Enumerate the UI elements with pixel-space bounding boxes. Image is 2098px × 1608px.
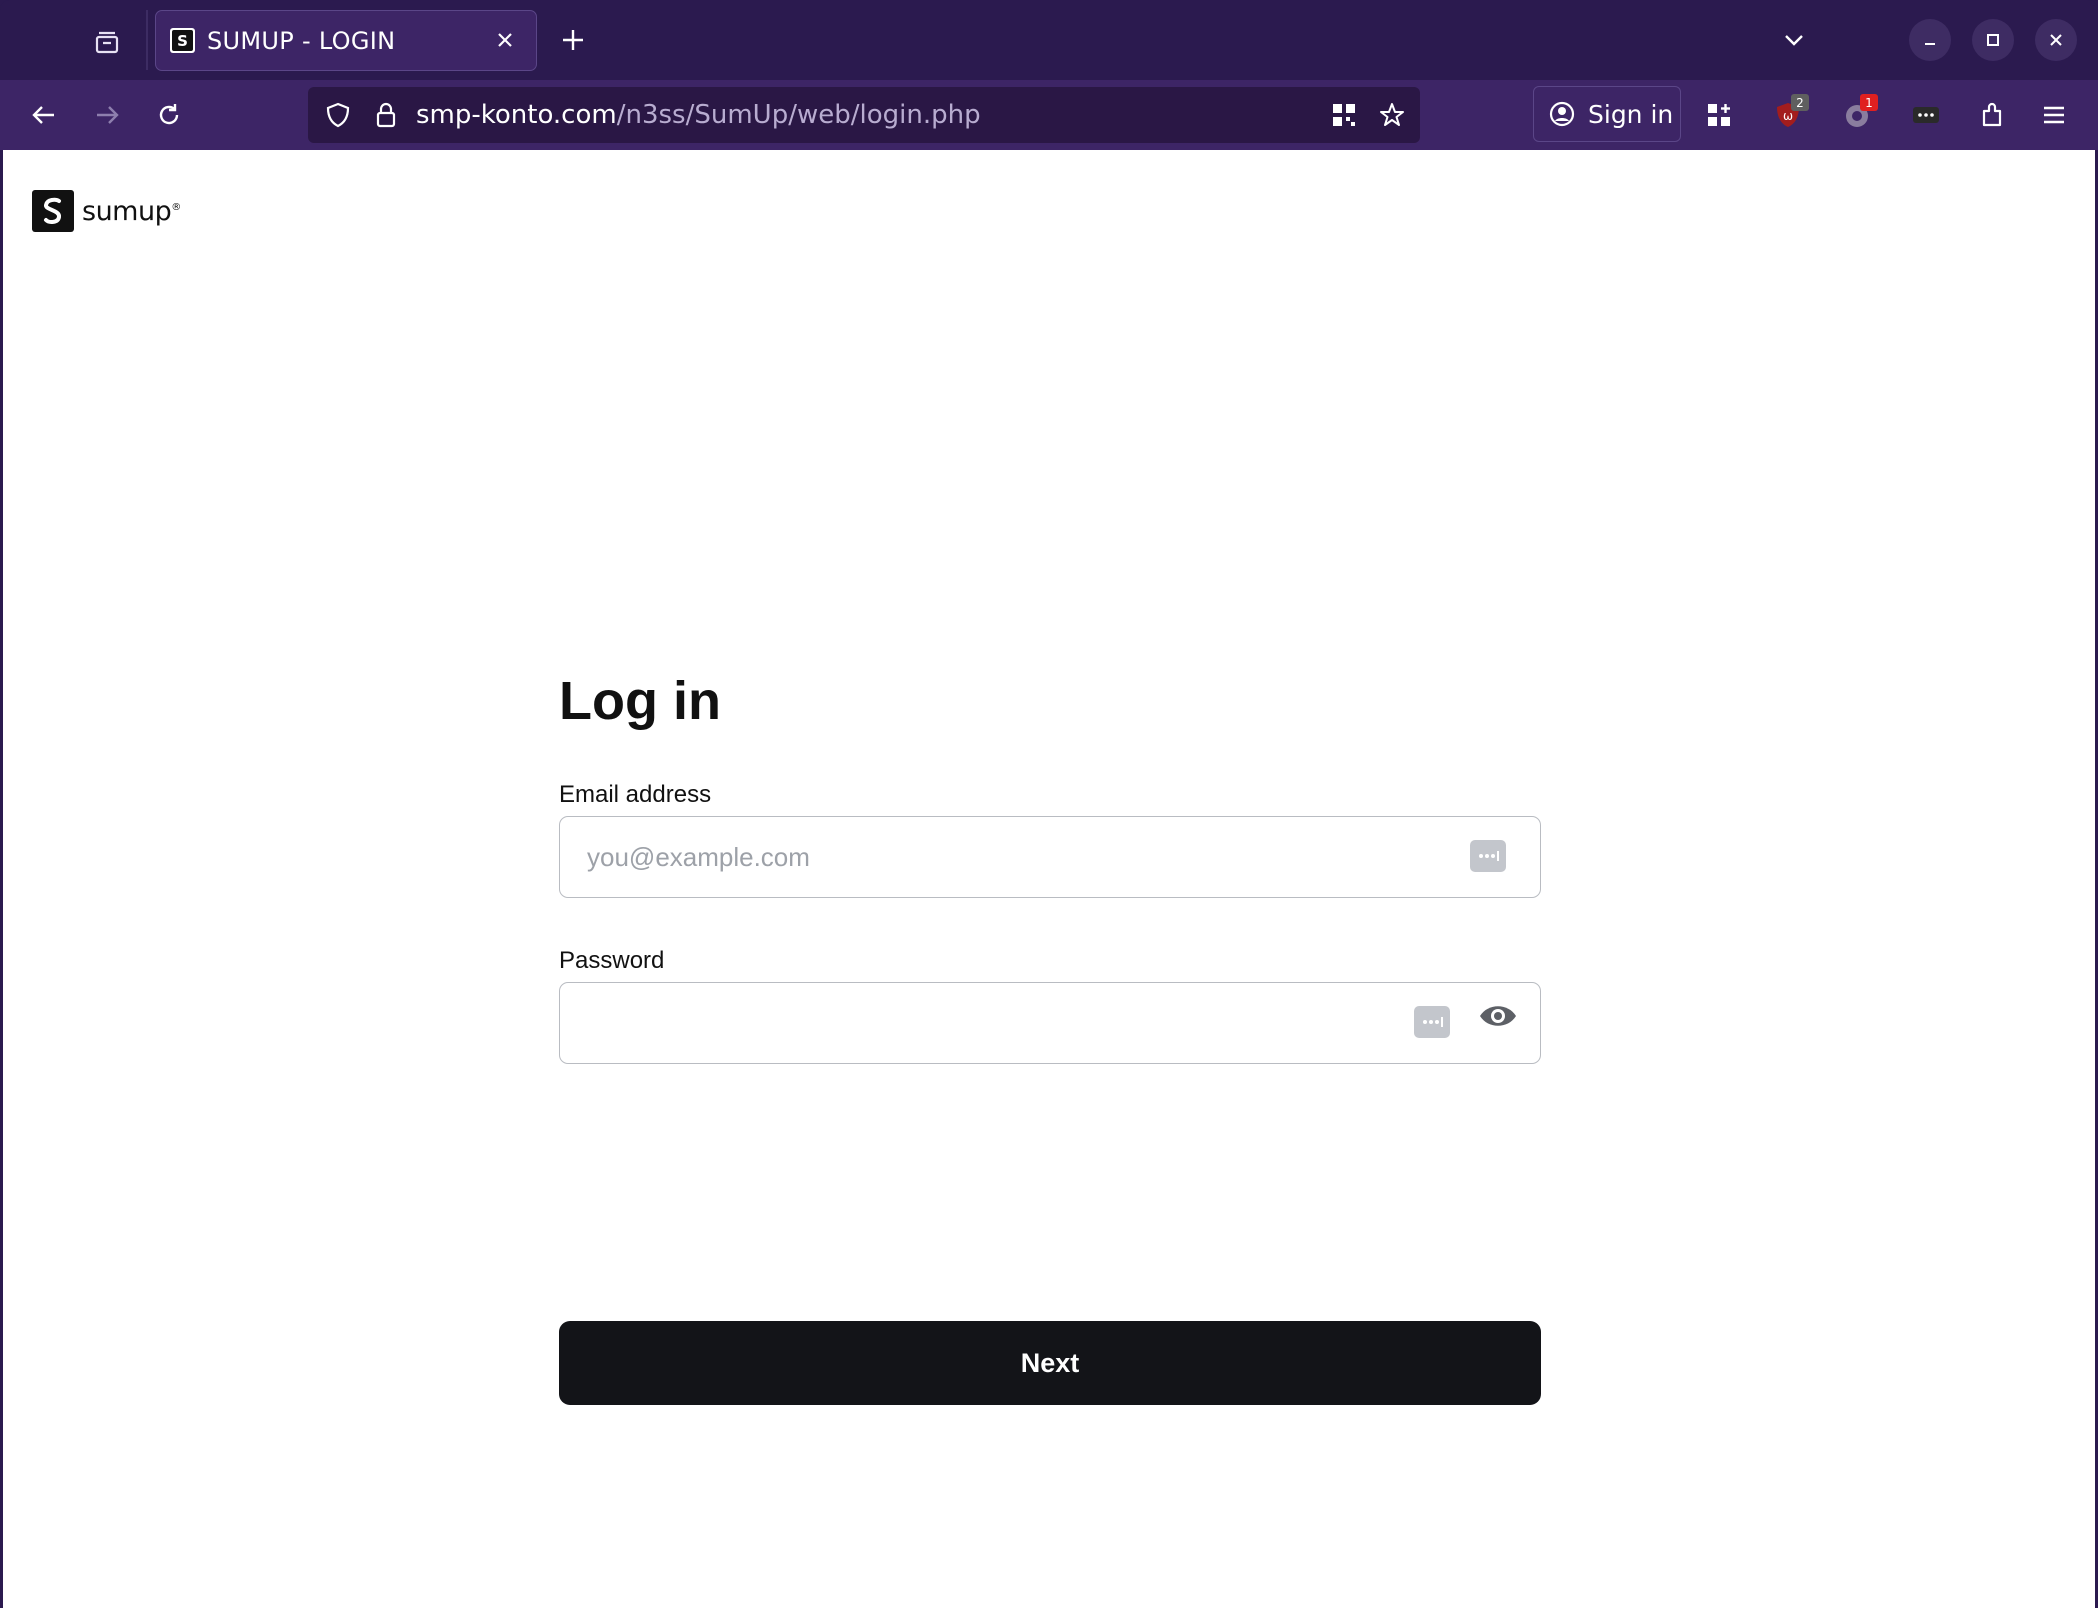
forward-button[interactable] [84,92,130,138]
shield-icon [326,102,350,128]
tab-list-button[interactable] [84,20,130,66]
eye-icon [1480,1006,1516,1026]
email-label: Email address [559,781,712,808]
page-content: sumup® Log in Email address Password [3,150,2095,1608]
ublock-badge: 2 [1791,94,1809,111]
tab-strip: S SUMUP - LOGIN [0,0,2098,80]
sumup-s-mark [44,197,61,224]
sumup-logo-icon [32,190,74,232]
password-dots-icon [1423,1017,1443,1027]
site-info-button[interactable] [370,99,402,131]
url-path: /n3ss/SumUp/web/login.php [616,100,981,130]
apps-grid-icon [1708,104,1730,126]
new-tab-button[interactable] [553,20,593,60]
app-menu-button[interactable] [2031,92,2077,138]
close-icon [498,33,512,47]
svg-text:ω: ω [1783,109,1793,123]
tab-title: SUMUP - LOGIN [207,26,396,55]
password-label: Password [559,947,665,974]
minimize-button[interactable] [1909,19,1951,61]
url-text: smp-konto.com/n3ss/SumUp/web/login.php [416,99,981,131]
qr-code-button[interactable] [1328,99,1360,131]
favicon-glyph: S [172,30,193,51]
reload-button[interactable] [146,92,192,138]
puzzle-icon [1982,102,2002,127]
show-password-button[interactable] [1478,999,1518,1033]
star-icon [1380,103,1404,126]
extensions-button[interactable] [1969,92,2015,138]
apps-button[interactable] [1696,92,1742,138]
password-dots-icon [1479,851,1499,861]
navigation-toolbar: smp-konto.com/n3ss/SumUp/web/login.php S… [0,80,2098,150]
password-manager-autofill-button[interactable] [1470,840,1506,872]
list-all-tabs-button[interactable] [1774,20,1814,60]
bookmark-star-button[interactable] [1376,99,1408,131]
url-bar[interactable]: smp-konto.com/n3ss/SumUp/web/login.php [308,87,1420,143]
arrow-left-icon [32,106,54,124]
sumup-logo[interactable]: sumup® [32,190,181,232]
privacy-extension-button[interactable]: 1 [1834,92,1880,138]
tab-separator [146,10,148,70]
tab-active[interactable]: S SUMUP - LOGIN [155,10,537,71]
qr-code-icon [1333,104,1355,126]
lock-icon [376,102,396,128]
password-manager-autofill-button[interactable] [1414,1006,1450,1038]
email-field-wrapper [559,816,1541,898]
next-button[interactable]: Next [559,1321,1541,1405]
window-close-button[interactable] [2035,19,2077,61]
maximize-button[interactable] [1972,19,2014,61]
tab-close-button[interactable] [490,25,520,55]
reload-icon [159,104,179,125]
hamburger-menu-icon [2044,106,2064,124]
url-domain: smp-konto.com [416,100,617,130]
tracking-protection-button[interactable] [322,99,354,131]
email-field[interactable] [587,837,1387,877]
password-field-wrapper [559,982,1541,1064]
sumup-favicon-icon: S [170,28,195,53]
ublock-extension-button[interactable]: ω 2 [1765,92,1811,138]
sign-in-button[interactable]: Sign in [1533,86,1681,142]
password-field[interactable] [587,1003,1387,1043]
minimize-icon [1925,43,1935,45]
account-icon [1549,101,1575,127]
arrow-right-icon [97,106,119,124]
chevron-down-icon [1785,35,1803,46]
password-dots-icon [1913,107,1939,123]
page-title: Log in [559,671,721,731]
close-icon [2050,34,2062,46]
browser-window: S SUMUP - LOGIN smp-konto.com/n3ss/SumUp… [0,0,2098,1608]
sumup-logo-text: sumup® [82,195,181,227]
extension-badge: 1 [1860,94,1878,111]
maximize-icon [1987,34,1999,46]
plus-icon [563,30,583,50]
password-manager-button[interactable] [1903,92,1949,138]
back-button[interactable] [21,92,67,138]
tab-manager-icon [95,31,119,54]
sign-in-label: Sign in [1588,99,1674,129]
